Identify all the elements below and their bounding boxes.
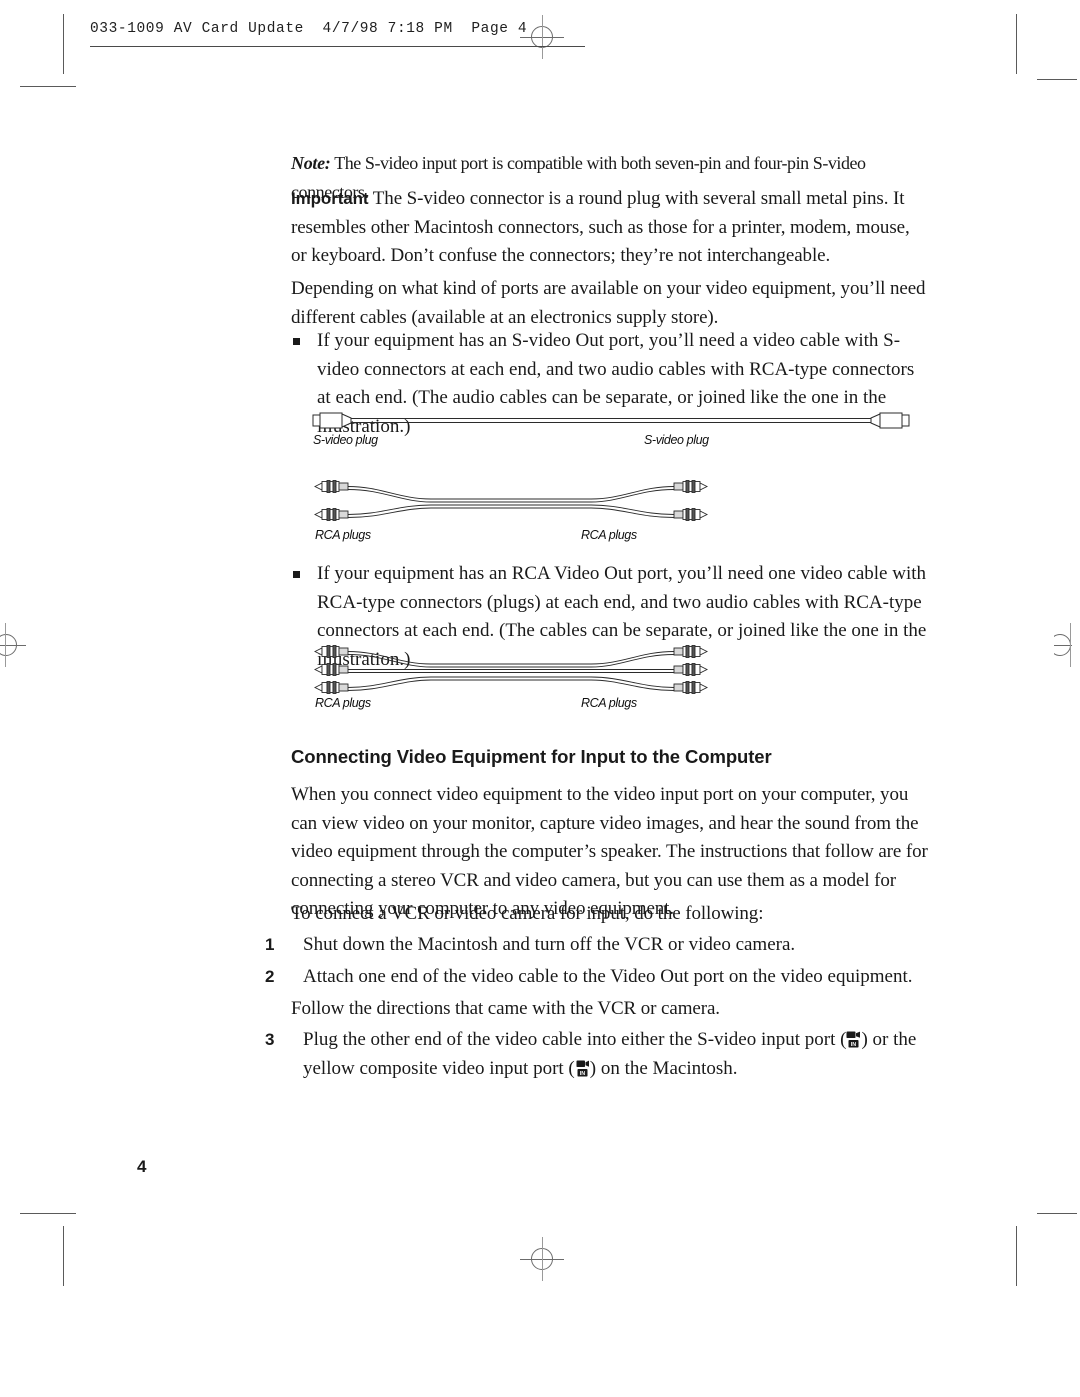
svg-text:IN: IN <box>851 1042 856 1048</box>
rca-plug-left-middle <box>314 663 349 676</box>
step-text: Attach one end of the video cable to the… <box>303 966 913 987</box>
step-number: 1 <box>265 935 275 954</box>
section-heading: Connecting Video Equipment for Input to … <box>291 746 772 767</box>
svg-text:IN: IN <box>580 1071 585 1077</box>
note-label: Note: <box>291 153 331 173</box>
rca-pair-caption-right: RCA plugs <box>581 528 637 542</box>
step-3-text-part-c: ) on the Macintosh. <box>589 1057 738 1079</box>
important-paragraph: Important The S-video connector is a rou… <box>291 185 929 271</box>
svideo-plug-left <box>312 412 352 429</box>
rca-plug-right-bottom <box>673 508 708 521</box>
rca-plug-left-top <box>314 480 349 493</box>
svideo-cable-drawing <box>312 412 910 429</box>
step-2-block: 2 Attach one end of the video cable to t… <box>265 963 929 992</box>
step-2-followup-block: Follow the directions that came with the… <box>291 995 929 1024</box>
rca-triple-caption-left: RCA plugs <box>315 696 371 710</box>
rca-plug-right-top <box>673 480 708 493</box>
step-2-followup: Follow the directions that came with the… <box>291 998 720 1019</box>
step-number: 3 <box>265 1030 275 1049</box>
step-3-text-part-a: Plug the other end of the video cable in… <box>303 1029 847 1050</box>
figure-svideo-cable: S-video plug S-video plug <box>291 405 931 455</box>
page-body: Note: The S-video input port is compatib… <box>0 0 1080 1397</box>
rca-pair-cable-leads <box>347 486 675 518</box>
steps-intro-block: To connect a VCR or video camera for inp… <box>291 900 929 929</box>
figure-rca-triple-cable: RCA plugs RCA plugs <box>291 643 931 713</box>
rca-triple-cable-drawing <box>314 645 708 694</box>
rca-plug-left-top <box>314 645 349 658</box>
figure-rca-pair-cable: RCA plugs RCA plugs <box>291 478 931 542</box>
page-number: 4 <box>137 1157 147 1176</box>
section-heading-block: Connecting Video Equipment for Input to … <box>291 746 929 768</box>
step-number: 2 <box>265 967 275 986</box>
step-row: 1 Shut down the Macintosh and turn off t… <box>265 931 929 960</box>
steps-intro: To connect a VCR or video camera for inp… <box>291 903 764 924</box>
bullet-square-icon <box>293 338 300 345</box>
svideo-caption-right: S-video plug <box>644 433 709 447</box>
step-row: 2 Attach one end of the video cable to t… <box>265 963 929 992</box>
bullet-square-icon <box>293 571 300 578</box>
rca-triple-caption-right: RCA plugs <box>581 696 637 710</box>
svideo-cable-body <box>351 418 871 423</box>
rca-triple-cable-leads <box>347 651 675 691</box>
step-text: Shut down the Macintosh and turn off the… <box>303 934 796 955</box>
rca-plug-left-bottom <box>314 681 349 694</box>
step-1-block: 1 Shut down the Macintosh and turn off t… <box>265 931 929 960</box>
rca-plug-right-top <box>673 645 708 658</box>
intro-block: Depending on what kind of ports are avai… <box>291 275 929 332</box>
rca-pair-cable-drawing <box>314 480 708 521</box>
svideo-caption-left: S-video plug <box>313 433 378 447</box>
important-block: Important The S-video connector is a rou… <box>291 185 929 271</box>
important-label: Important <box>291 189 369 208</box>
svideo-input-port-icon: IN <box>846 1031 861 1048</box>
rca-plug-right-bottom <box>673 681 708 694</box>
important-text: The S-video connector is a round plug wi… <box>291 188 910 266</box>
step-3-block: 3 Plug the other end of the video cable i… <box>265 1026 929 1083</box>
rca-pair-caption-left: RCA plugs <box>315 528 371 542</box>
composite-video-input-port-icon: IN <box>575 1060 590 1077</box>
svideo-plug-right <box>870 412 910 429</box>
step-row: 3 Plug the other end of the video cable i… <box>265 1026 929 1083</box>
intro-paragraph: Depending on what kind of ports are avai… <box>291 278 926 328</box>
rca-plug-left-bottom <box>314 508 349 521</box>
rca-plug-right-middle <box>673 663 708 676</box>
